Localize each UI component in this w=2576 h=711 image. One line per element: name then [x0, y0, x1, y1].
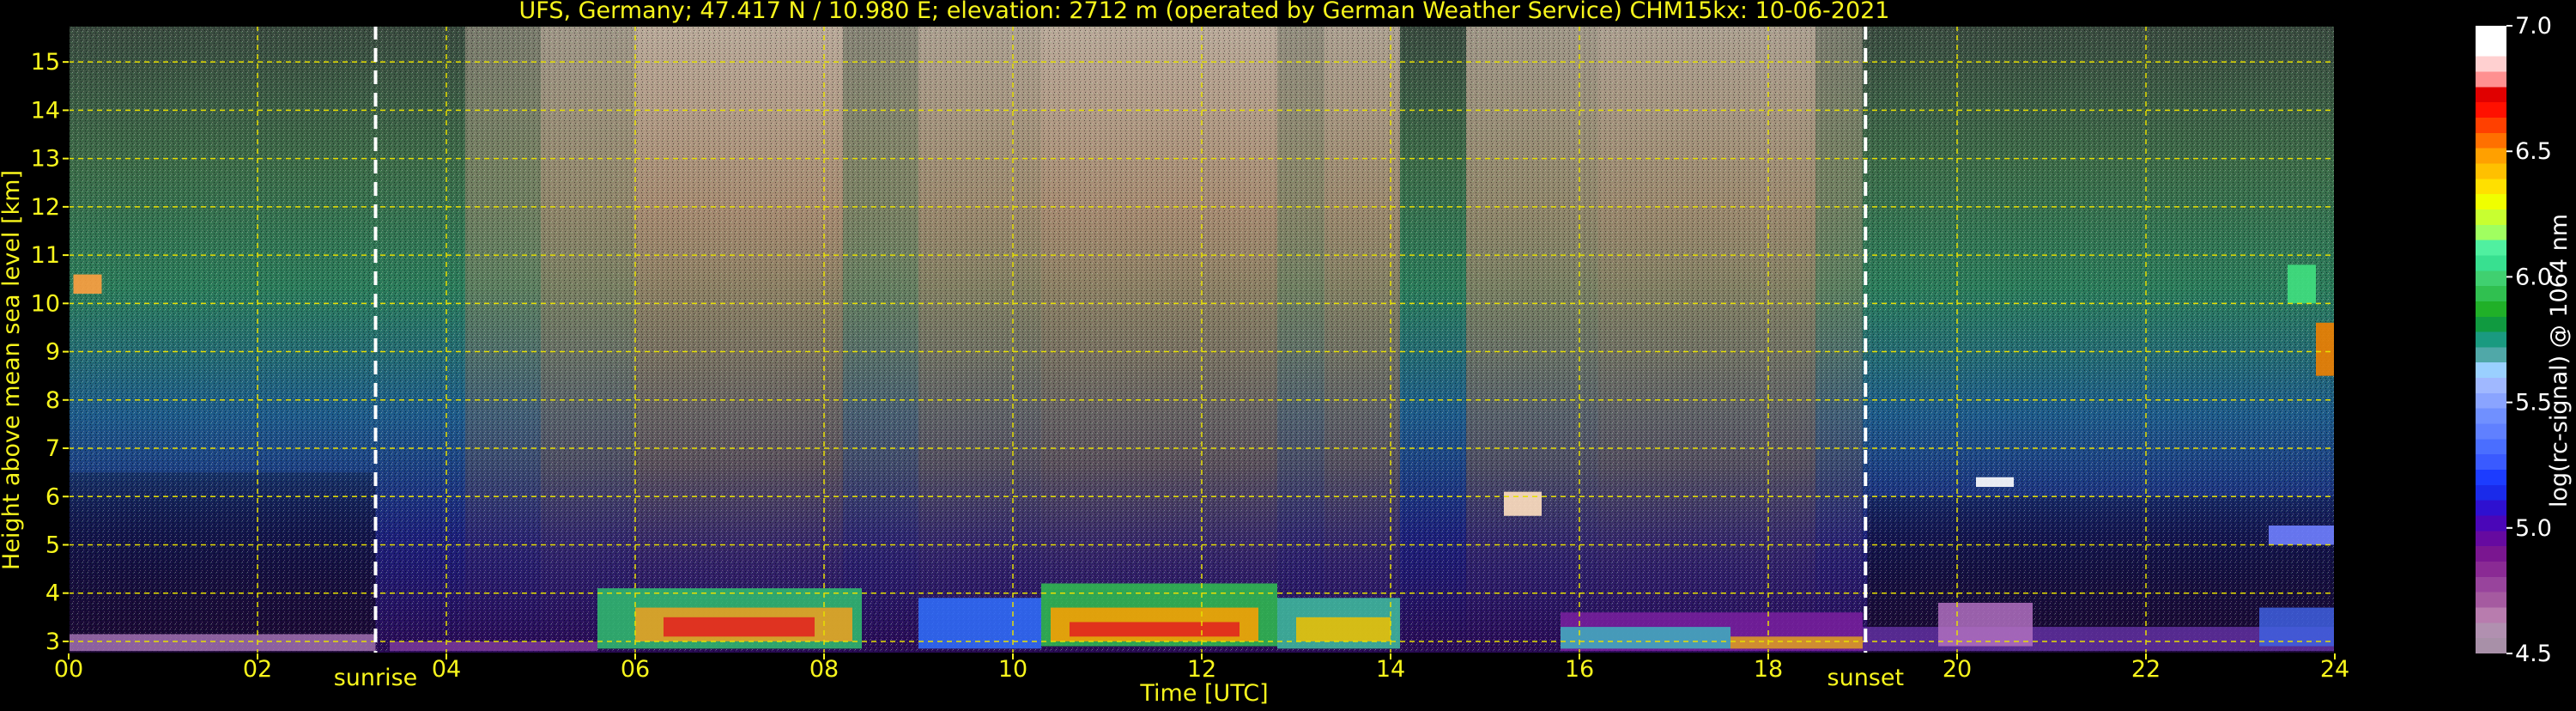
aerosol-layer	[1938, 602, 2033, 647]
x-tick-label: 04	[432, 656, 461, 683]
x-tick-label: 20	[1943, 656, 1972, 683]
x-tick-label: 12	[1187, 656, 1216, 683]
x-tick-label: 24	[2320, 656, 2349, 683]
y-tick-label: 13	[31, 146, 60, 173]
colorbar-ticks: 4.55.05.56.06.57.0	[2506, 13, 2552, 667]
colorbar-label: log(rc-signal) @ 1064 nm	[2546, 214, 2573, 507]
y-tick-label: 7	[45, 435, 60, 462]
event-label: sunrise	[334, 665, 418, 691]
aerosol-layer	[390, 641, 597, 652]
colorbar: 4.55.05.56.06.57.0 log(rc-signal) @ 1064…	[2476, 13, 2573, 667]
aerosol-layer	[69, 634, 376, 652]
x-tick-label: 06	[621, 656, 650, 683]
y-tick-label: 12	[31, 194, 60, 221]
y-tick-label: 10	[31, 290, 60, 317]
colorbar-tick-label: 6.5	[2515, 138, 2552, 165]
aerosol-layer	[1561, 627, 1730, 649]
chart-svg: sunrise sunset 00 02 04 06 08 10 12 14 16 18 20 22 24…	[0, 0, 2573, 707]
ceilometer-figure: sunrise sunset 00 02 04 06 08 10 12 14 16 18 20 22 24…	[0, 0, 2576, 708]
x-tick-label: 18	[1754, 656, 1783, 683]
y-tick-label: 9	[45, 339, 60, 366]
x-tick-label: 16	[1565, 656, 1594, 683]
cloud-patch	[2316, 322, 2335, 376]
y-axis-label: Height above mean sea level [km]	[0, 170, 25, 570]
y-tick-label: 6	[45, 483, 60, 510]
aerosol-layer	[2259, 607, 2335, 647]
cloud-patch	[2288, 264, 2316, 304]
x-tick-label: 10	[998, 656, 1027, 683]
x-tick-label: 02	[243, 656, 272, 683]
y-tick-label: 3	[45, 629, 60, 655]
cloud-patch	[1976, 477, 2014, 488]
y-tick-label: 8	[45, 387, 60, 414]
colorbar-bar	[2476, 26, 2506, 653]
cloud-patch	[1504, 491, 1542, 516]
aerosol-layer	[1296, 617, 1391, 641]
x-tick-label: 08	[809, 656, 839, 683]
cloud-patch	[2269, 525, 2335, 545]
colorbar-tick-label: 4.5	[2515, 641, 2552, 667]
x-tick-label: 14	[1376, 656, 1405, 683]
aerosol-layer	[1070, 622, 1240, 637]
aerosol-layer	[664, 617, 815, 637]
event-label: sunset	[1827, 665, 1905, 691]
colorbar-tick-label: 7.0	[2515, 13, 2552, 40]
y-tick-label: 5	[45, 532, 60, 558]
y-tick-label: 4	[45, 580, 60, 607]
cloud-patch	[73, 274, 102, 295]
colorbar-tick-label: 5.0	[2515, 515, 2552, 542]
y-tick-label: 15	[31, 49, 60, 76]
y-tick-label: 14	[31, 97, 60, 124]
y-tick-label: 11	[31, 242, 60, 269]
aerosol-layer	[1730, 636, 1863, 649]
x-tick-label: 00	[54, 656, 83, 683]
x-axis-label: Time [UTC]	[1139, 680, 1268, 707]
x-tick-label: 22	[2131, 656, 2161, 683]
chart-title: UFS, Germany; 47.417 N / 10.980 E; eleva…	[519, 0, 1890, 24]
